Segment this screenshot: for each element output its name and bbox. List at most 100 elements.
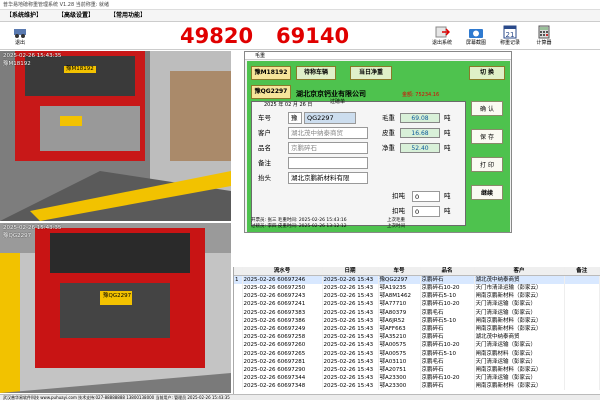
menu-advanced[interactable]: 【高级设置】 <box>58 12 94 19</box>
table-cell: 京鹏碎石 <box>420 382 475 391</box>
table-cell: 京鹏碎石5-10 <box>420 349 475 358</box>
camera-2-plate: 豫QG2297 <box>3 233 32 239</box>
table-cell <box>234 374 243 383</box>
continue-button[interactable]: 继续 <box>471 185 503 200</box>
table-row[interactable]: 2025-02-26 60697348 2025-02-26 15:43 鄂A233… <box>234 382 600 391</box>
table-cell: 2025-02-26 15:43 <box>322 333 379 342</box>
table-cell <box>234 284 243 293</box>
table-cell <box>564 308 600 317</box>
col-product[interactable]: 品名 <box>420 267 475 276</box>
remark-input[interactable] <box>288 157 368 169</box>
table-cell: 天门清泽运输（彭家云） <box>474 357 565 366</box>
col-plate[interactable]: 车号 <box>378 267 421 276</box>
customer-input[interactable]: 湖北茂中纳泰商贸 <box>288 127 368 139</box>
table-row[interactable]: 1 2025-02-26 60697246 2025-02-26 15:43 豫QG2… <box>234 275 600 284</box>
table-cell: 京鹏碎石5-10 <box>420 316 475 325</box>
table-row[interactable]: 2025-02-26 60697386 2025-02-26 15:43 鄂A6JR… <box>234 316 600 325</box>
table-row[interactable]: 2025-02-26 60697243 2025-02-26 15:43 鄂A8M1… <box>234 292 600 301</box>
deduct-label: 扣吨 <box>392 192 405 200</box>
col-remark[interactable]: 备注 <box>564 267 600 276</box>
table-row[interactable]: 2025-02-26 60697290 2025-02-26 15:43 鄂A207… <box>234 365 600 375</box>
table-cell <box>234 357 243 366</box>
print-button[interactable]: 打 印 <box>471 157 503 172</box>
province-select[interactable]: 豫 <box>288 112 302 124</box>
table-row[interactable]: 2025-02-26 60697258 2025-02-26 15:43 鄂A352… <box>234 333 600 342</box>
calculator-button[interactable]: 计算器 <box>530 25 558 49</box>
plate-bottom-button[interactable]: 豫QG2297 <box>251 85 291 99</box>
table-cell: 2025-02-26 15:43 <box>322 292 379 301</box>
table-cell <box>564 374 600 383</box>
table-row[interactable]: 2025-02-26 60697250 2025-02-26 15:43 鄂A192… <box>234 284 600 293</box>
table-cell <box>564 292 600 301</box>
table-row[interactable]: 2025-02-26 60697249 2025-02-26 15:43 鄂AFF6… <box>234 324 600 334</box>
queue-button[interactable]: 待称车辆 <box>296 66 336 80</box>
table-cell: 鄂A35210 <box>378 333 421 342</box>
deduct2-input[interactable]: 0 <box>412 206 440 217</box>
table-cell: 鄂A00575 <box>378 349 421 358</box>
truck-front-image <box>0 223 231 393</box>
exit-button[interactable]: 退出 <box>6 25 34 49</box>
table-cell <box>234 341 243 350</box>
table-cell: 天门清泽运输（彭家云） <box>474 341 565 350</box>
menu-common[interactable]: 【常用功能】 <box>110 12 146 19</box>
table-row[interactable]: 2025-02-26 60697344 2025-02-26 15:43 鄂A233… <box>234 374 600 383</box>
calculator-icon <box>538 25 550 39</box>
save-button[interactable]: 保 存 <box>471 129 503 144</box>
table-cell: 2025-02-26 60697249 <box>242 324 323 334</box>
vehicle-no-input[interactable]: QG2297 <box>304 112 356 124</box>
confirm-button[interactable]: 确 认 <box>471 101 503 116</box>
table-cell: 鄂A03110 <box>378 357 421 366</box>
table-cell <box>564 316 600 325</box>
table-cell: 2025-02-26 15:43 <box>322 374 379 383</box>
table-cell: 京鹏碎石 <box>420 365 475 375</box>
table-cell: 京鹏碎石10-20 <box>420 300 475 309</box>
table-cell: 鄂AFF663 <box>378 324 421 334</box>
deduct2-unit: 吨 <box>444 207 451 215</box>
deduct-input[interactable]: 0 <box>412 191 440 202</box>
tare-value: 16.68 <box>400 128 440 138</box>
exit-system-button[interactable]: 退出系统 <box>428 25 456 49</box>
table-cell: 闸南京鹏新材料（彭家云） <box>474 316 565 325</box>
table-cell: 京鹏碎石10-20 <box>420 284 475 293</box>
table-row[interactable]: 2025-02-26 60697281 2025-02-26 15:43 鄂A031… <box>234 357 600 366</box>
amount-label: 金额: 75234.16 <box>402 92 440 98</box>
table-row[interactable]: 2025-02-26 60697383 2025-02-26 15:43 鄂A803… <box>234 308 600 317</box>
tare-label: 皮重 <box>382 129 395 137</box>
table-cell: 豫QG2297 <box>378 275 421 284</box>
table-cell: 2025-02-26 15:43 <box>322 365 379 375</box>
table-cell: 鄂A23300 <box>378 374 421 383</box>
today-net-button[interactable]: 当日净重 <box>350 66 392 80</box>
switch-button[interactable]: 切 换 <box>469 66 505 80</box>
screenshot-button[interactable]: 屏幕截图 <box>462 25 490 49</box>
plate-top-button[interactable]: 豫M18192 <box>251 66 291 80</box>
col-serial[interactable]: 流水号 <box>242 267 323 276</box>
table-row[interactable]: 2025-02-26 60697260 2025-02-26 15:43 鄂A005… <box>234 341 600 350</box>
table-cell: 京鹏碎石 <box>420 333 475 342</box>
table-cell: 鄂A6JR52 <box>378 316 421 325</box>
table-cell: 鄂A77710 <box>378 300 421 309</box>
table-row[interactable]: 2025-02-26 60697241 2025-02-26 15:43 鄂A777… <box>234 300 600 309</box>
col-date[interactable]: 日期 <box>322 267 379 276</box>
header-input[interactable]: 湖北京鹏新材料有限 <box>288 172 368 184</box>
col-customer[interactable]: 客户 <box>474 267 565 276</box>
table-row[interactable]: 2025-02-26 60697265 2025-02-26 15:43 鄂A005… <box>234 349 600 358</box>
camera-view-1: 2025-02-26 15:43:35 豫M18192 豫M18192 <box>0 51 231 221</box>
table-cell <box>564 349 600 358</box>
camera-1-timestamp: 2025-02-26 15:43:35 <box>3 53 62 59</box>
records-button[interactable]: 21 称重记录 <box>496 25 524 49</box>
menu-system[interactable]: 【系统维护】 <box>6 12 42 19</box>
table-cell: 2025-02-26 15:43 <box>322 324 379 334</box>
table-cell: 天门市清泽运输（彭家云） <box>474 284 565 293</box>
toolbar: 退出 49820 69140 退出系统 屏幕截图 21 称重记录 计算器 <box>0 22 600 50</box>
table-cell: 鄂A8M1462 <box>378 292 421 301</box>
net-label: 净重 <box>382 144 395 152</box>
weight-display-2: 69140 <box>276 24 350 48</box>
window-title: 普华易地磅称重管理系统 V1.28 当前称重: 就绪 <box>0 0 600 10</box>
remark-label: 备注 <box>258 159 271 167</box>
product-input[interactable]: 京鹏碎石 <box>288 142 368 154</box>
table-cell: 2025-02-26 60697258 <box>242 333 323 342</box>
table-cell: 2025-02-26 15:43 <box>322 308 379 317</box>
table-cell: 天门清泽运输（彭家云） <box>474 308 565 317</box>
table-cell <box>234 324 243 334</box>
table-cell <box>234 300 243 309</box>
